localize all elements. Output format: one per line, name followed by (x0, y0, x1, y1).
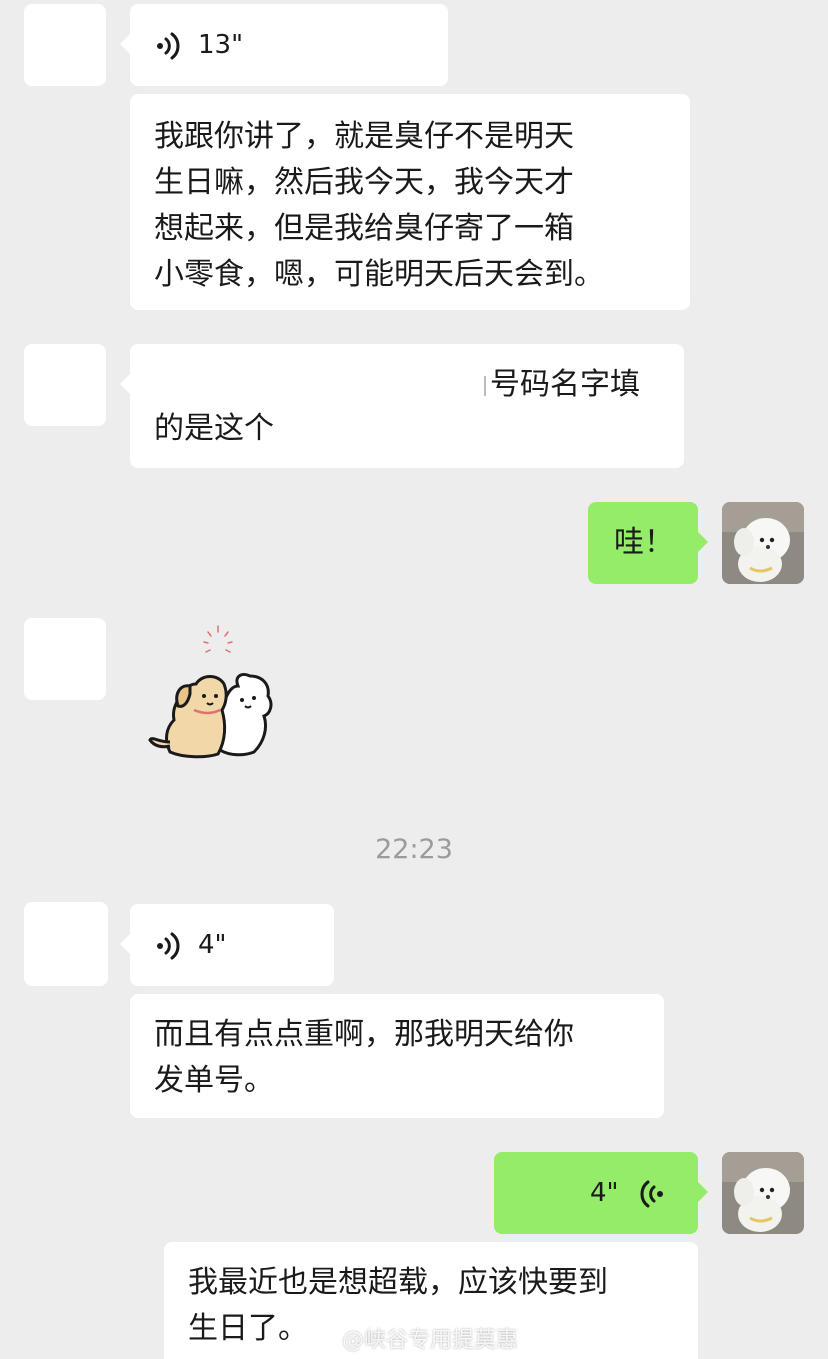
white-poodle-avatar-icon (722, 502, 804, 584)
message-line: 我跟你讲了，就是臭仔不是明天 (154, 119, 574, 154)
self-avatar[interactable] (722, 502, 804, 584)
message-line: 号码名字填 (490, 367, 640, 402)
timestamp: 22:23 (375, 834, 453, 865)
sent-text-bubble[interactable]: 哇！ (588, 502, 708, 584)
contact-avatar[interactable] (24, 344, 106, 426)
message-text: 哇！ (614, 525, 674, 560)
voice-duration: 4" (198, 930, 227, 960)
message-line: 我最近也是想超载，应该快要到 (188, 1265, 608, 1300)
self-avatar[interactable] (722, 1152, 804, 1234)
voice-wave-icon (157, 932, 180, 960)
message-line: 想起来，但是我给臭仔寄了一箱 (154, 211, 574, 246)
watermark-text: @峡谷专用提莫惠 (342, 1328, 519, 1353)
text-message-bubble[interactable]: 号码名字填 的是这个 (120, 344, 684, 468)
redaction-mark (484, 376, 486, 396)
text-message-bubble[interactable]: 我跟你讲了，就是臭仔不是明天 生日嘛，然后我今天，我今天才 想起来，但是我给臭仔… (130, 94, 690, 310)
voice-wave-icon (157, 32, 180, 60)
sent-voice-bubble[interactable]: 4" (494, 1152, 708, 1234)
chat-view: 13" 我跟你讲了，就是臭仔不是明天 生日嘛，然后我今天，我今天才 想起来，但是… (0, 0, 828, 1359)
message-line: 发单号。 (154, 1063, 274, 1098)
message-line: 的是这个 (154, 411, 274, 446)
weibo-logo-icon (307, 1328, 334, 1350)
contact-avatar[interactable] (24, 902, 108, 986)
message-line: 而且有点点重啊，那我明天给你 (154, 1017, 574, 1052)
contact-avatar[interactable] (24, 4, 106, 86)
voice-message-bubble[interactable]: 4" (120, 904, 334, 986)
watermark: @峡谷专用提莫惠 (306, 1322, 518, 1354)
message-line: 小零食，嗯，可能明天后天会到。 (154, 257, 604, 292)
text-message-bubble[interactable]: 而且有点点重啊，那我明天给你 发单号。 (130, 994, 664, 1118)
message-line: 生日嘛，然后我今天，我今天才 (154, 165, 574, 200)
voice-duration: 13" (198, 30, 244, 60)
voice-wave-icon (640, 1180, 663, 1208)
white-poodle-avatar-icon (722, 1152, 804, 1234)
voice-message-bubble[interactable]: 13" (120, 4, 448, 86)
contact-avatar[interactable] (24, 618, 106, 700)
dog-cat-hug-sticker[interactable] (146, 624, 280, 764)
voice-duration: 4" (590, 1178, 619, 1208)
